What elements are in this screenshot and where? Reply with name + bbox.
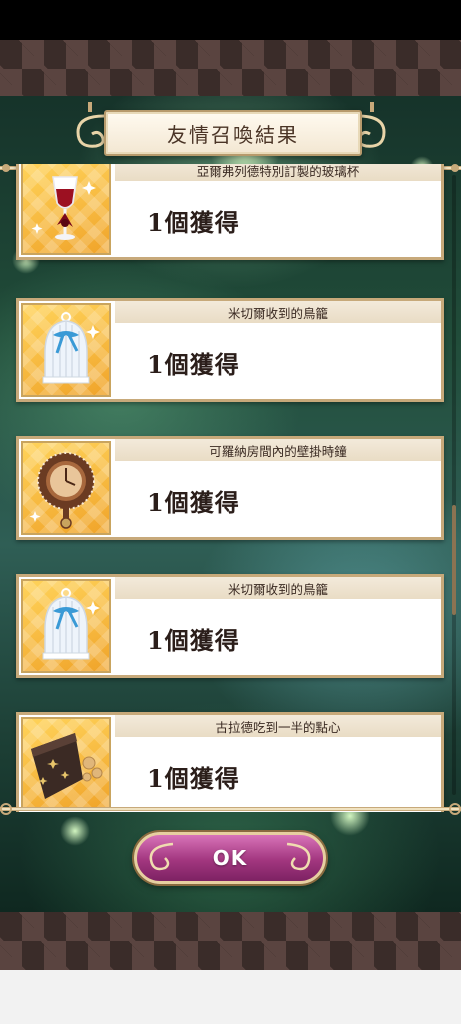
item-name: 亞爾弗列德特別訂製的玻璃杯 xyxy=(115,164,441,181)
item-icon-frame xyxy=(21,717,111,811)
item-name: 米切爾收到的鳥籠 xyxy=(115,301,441,323)
item-icon-frame xyxy=(21,303,111,397)
list-scrollbar[interactable] xyxy=(452,175,456,795)
frame-bottom-border xyxy=(0,803,461,815)
title-plate: 友情召喚結果 xyxy=(104,110,362,156)
item-count: 1個獲得 xyxy=(147,626,240,655)
item-icon-frame xyxy=(21,579,111,673)
item-icon-frame xyxy=(21,441,111,535)
scrollbar-thumb[interactable] xyxy=(452,505,456,615)
reward-card: 可羅納房間內的壁掛時鐘 1個獲得 xyxy=(16,436,444,540)
bottom-diamond-band xyxy=(0,912,461,970)
item-icon-frame xyxy=(21,164,111,255)
button-ornament-left xyxy=(149,842,174,871)
item-name: 米切爾收到的鳥籠 xyxy=(115,577,441,599)
top-diamond-band xyxy=(0,40,461,98)
item-name: 古拉德吃到一半的點心 xyxy=(115,715,441,737)
reward-card: 亞爾弗列德特別訂製的玻璃杯 1個獲得 xyxy=(16,164,444,260)
item-count: 1個獲得 xyxy=(147,764,240,793)
firefly-glow xyxy=(60,816,90,846)
wine-glass-icon xyxy=(31,176,96,240)
item-count: 1個獲得 xyxy=(147,488,240,517)
button-ornament-right xyxy=(286,842,311,871)
birdcage-icon xyxy=(42,588,100,660)
wall-clock-icon xyxy=(29,452,95,529)
system-nav-area xyxy=(0,970,461,1024)
item-count: 1個獲得 xyxy=(147,350,240,379)
item-name: 可羅納房間內的壁掛時鐘 xyxy=(115,439,441,461)
item-count: 1個獲得 xyxy=(147,208,240,237)
reward-card: 米切爾收到的鳥籠 1個獲得 xyxy=(16,298,444,402)
reward-card: 米切爾收到的鳥籠 1個獲得 xyxy=(16,574,444,678)
snack-bag-icon xyxy=(31,733,103,799)
reward-card: 古拉德吃到一半的點心 1個獲得 xyxy=(16,712,444,812)
ok-button[interactable]: OK xyxy=(134,832,326,884)
ok-label: OK xyxy=(212,846,248,870)
reward-list[interactable]: 亞爾弗列德特別訂製的玻璃杯 1個獲得 米切爾收到的鳥籠 1個獲得 可羅納房間內的… xyxy=(8,164,453,812)
status-bar xyxy=(0,0,461,40)
page-title: 友情召喚結果 xyxy=(167,122,299,147)
birdcage-icon xyxy=(42,312,100,384)
